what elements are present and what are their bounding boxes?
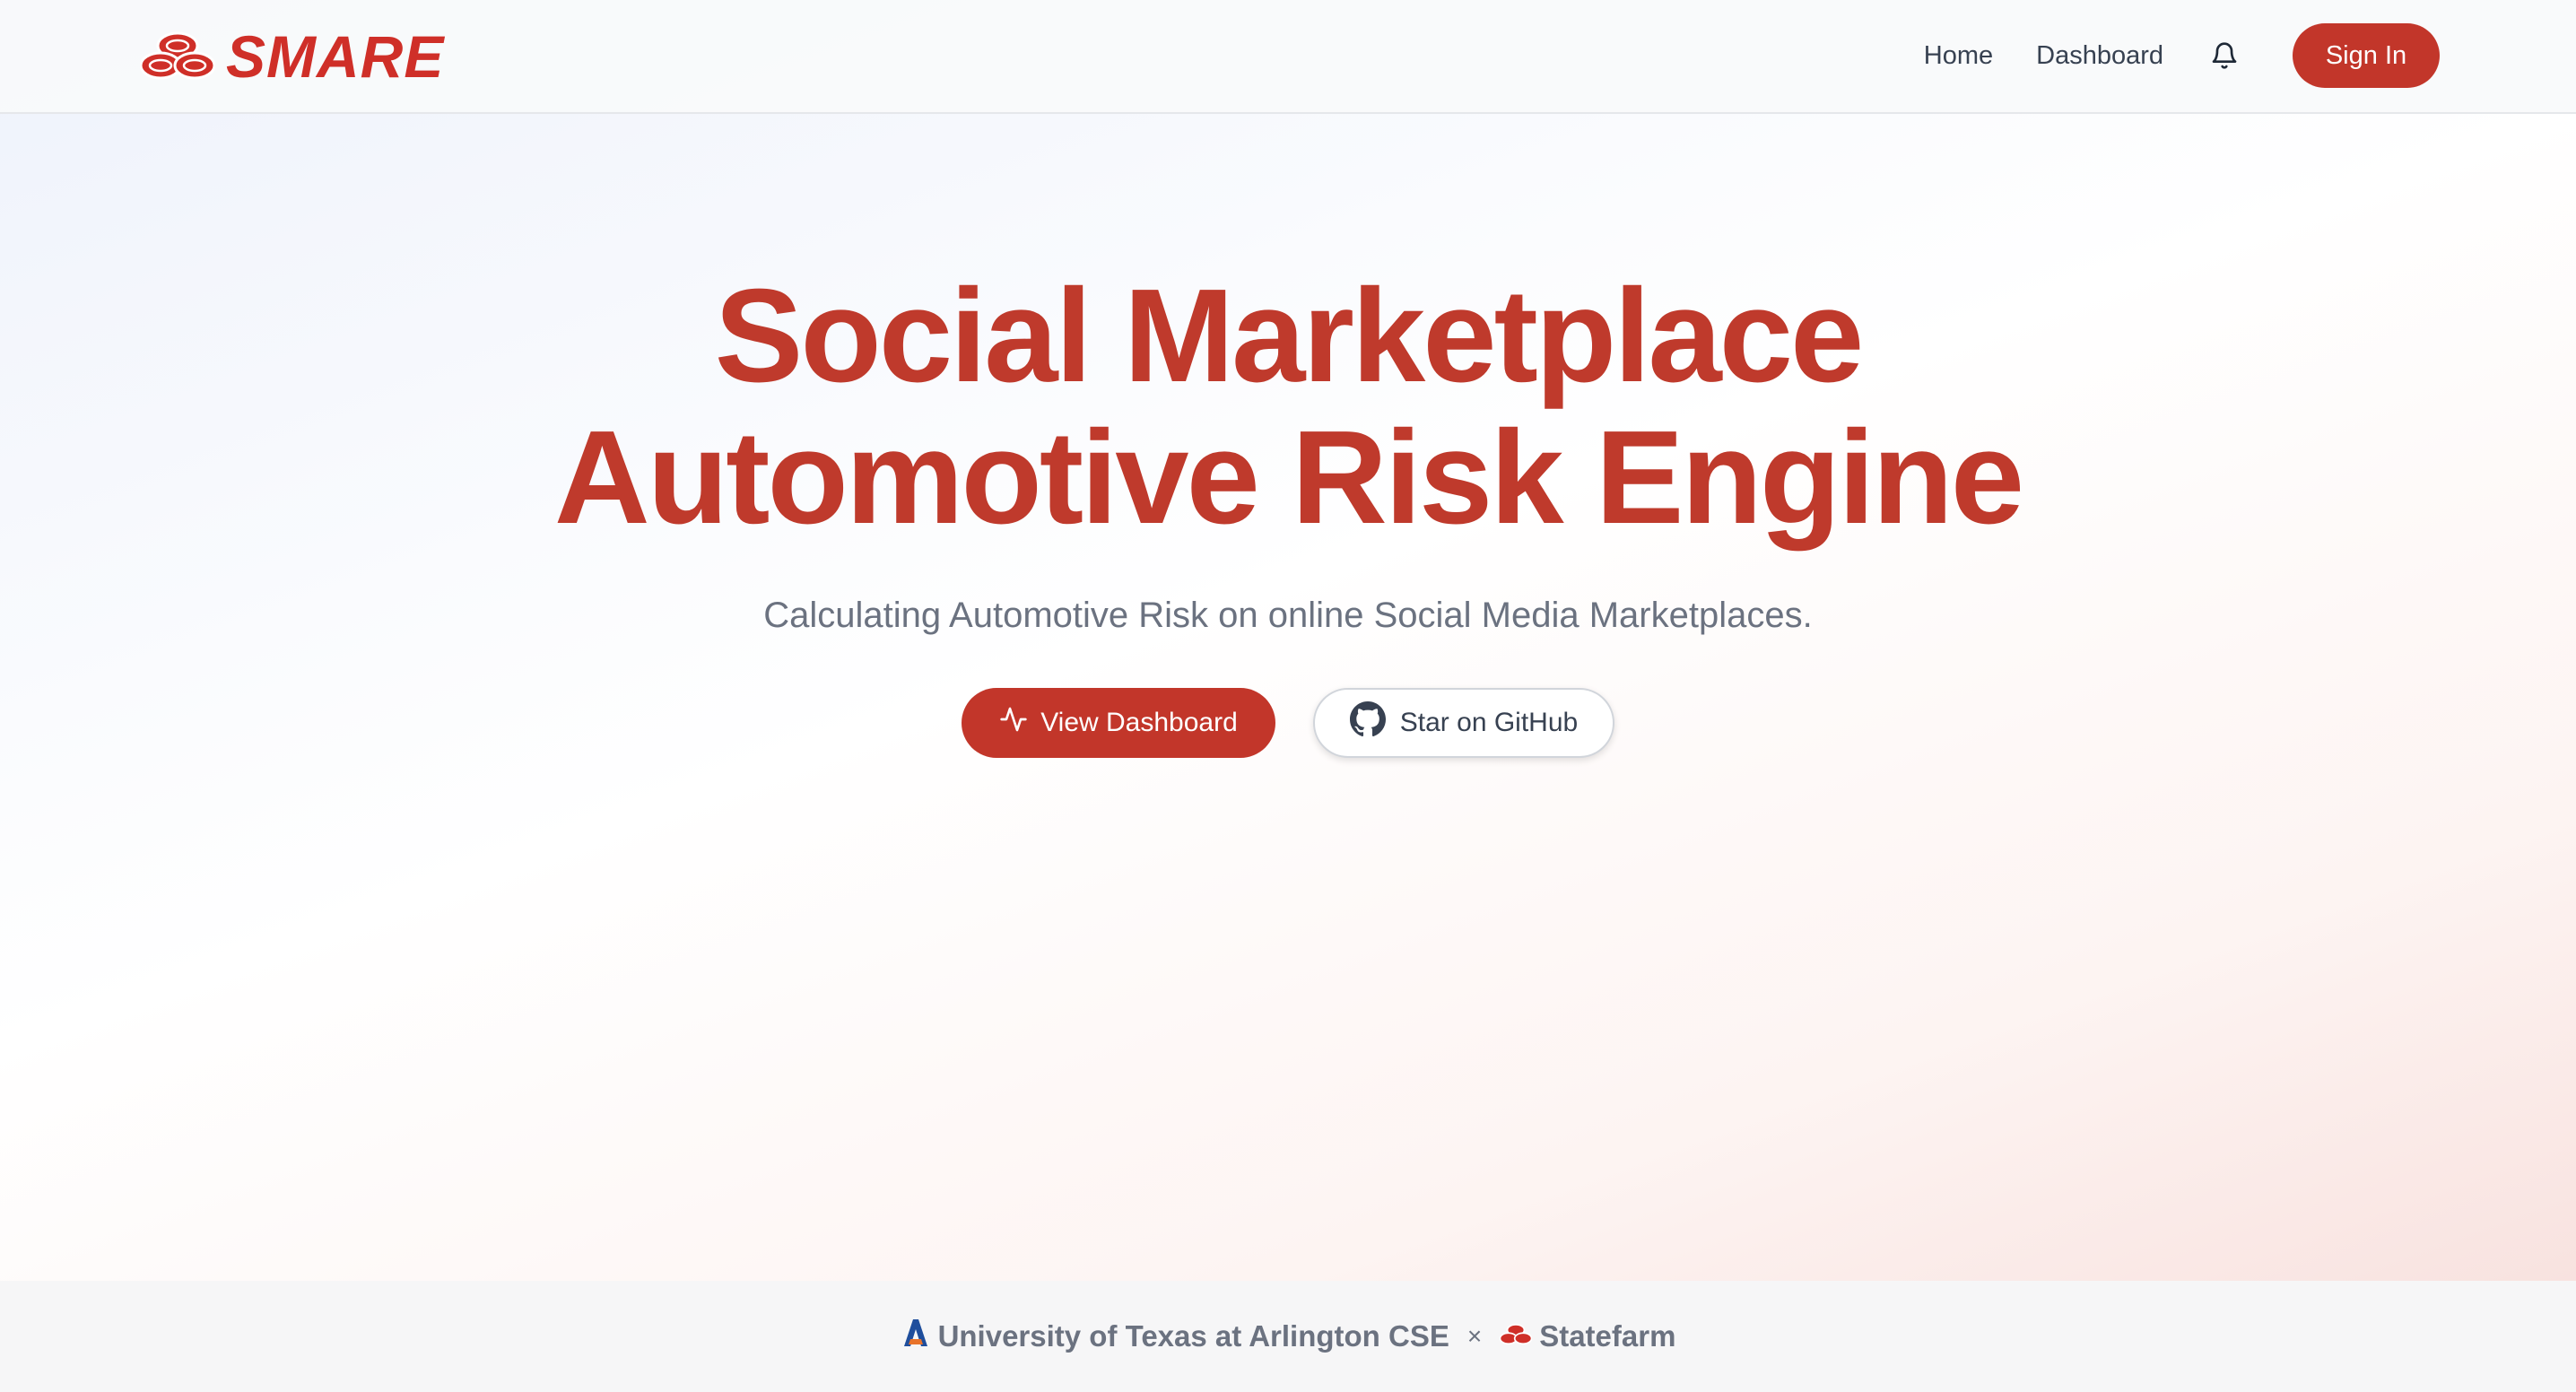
nav-home-link[interactable]: Home bbox=[1924, 41, 1993, 71]
view-dashboard-button[interactable]: View Dashboard bbox=[962, 688, 1275, 758]
statefarm-ovals-icon bbox=[140, 31, 215, 82]
hero-actions: View Dashboard Star on GitHub bbox=[0, 688, 2576, 758]
logo-text: SMARE bbox=[226, 23, 445, 90]
nav-dashboard-link[interactable]: Dashboard bbox=[2036, 41, 2163, 71]
brand-logo[interactable]: SMARE bbox=[140, 23, 444, 90]
activity-pulse-icon bbox=[999, 705, 1028, 741]
partner-footer: University of Texas at Arlington CSE × S… bbox=[0, 1281, 2576, 1392]
star-on-github-label: Star on GitHub bbox=[1399, 708, 1579, 737]
uta-a-logo-icon bbox=[901, 1318, 931, 1355]
bell-icon[interactable] bbox=[2210, 40, 2239, 71]
uta-label: University of Texas at Arlington CSE bbox=[937, 1319, 1449, 1353]
hero-title-line-2: Automotive Risk Engine bbox=[553, 404, 2024, 552]
statefarm-label: Statefarm bbox=[1539, 1319, 1676, 1353]
hero-title-line-1: Social Marketplace bbox=[714, 262, 1865, 410]
github-icon bbox=[1349, 701, 1386, 744]
uta-credit: University of Texas at Arlington CSE bbox=[901, 1318, 1449, 1355]
hero-title: Social Marketplace Automotive Risk Engin… bbox=[0, 265, 2576, 549]
top-nav: Home Dashboard Sign In bbox=[1924, 23, 2440, 88]
site-header: SMARE Home Dashboard Sign In bbox=[0, 0, 2576, 114]
statefarm-ovals-icon bbox=[1499, 1319, 1533, 1353]
star-on-github-button[interactable]: Star on GitHub bbox=[1313, 688, 1614, 758]
footer-separator: × bbox=[1466, 1322, 1483, 1350]
statefarm-credit: Statefarm bbox=[1499, 1319, 1676, 1353]
view-dashboard-label: View Dashboard bbox=[1040, 708, 1238, 737]
hero-subtitle: Calculating Automotive Risk on online So… bbox=[763, 596, 1813, 635]
sign-in-button[interactable]: Sign In bbox=[2293, 23, 2440, 88]
